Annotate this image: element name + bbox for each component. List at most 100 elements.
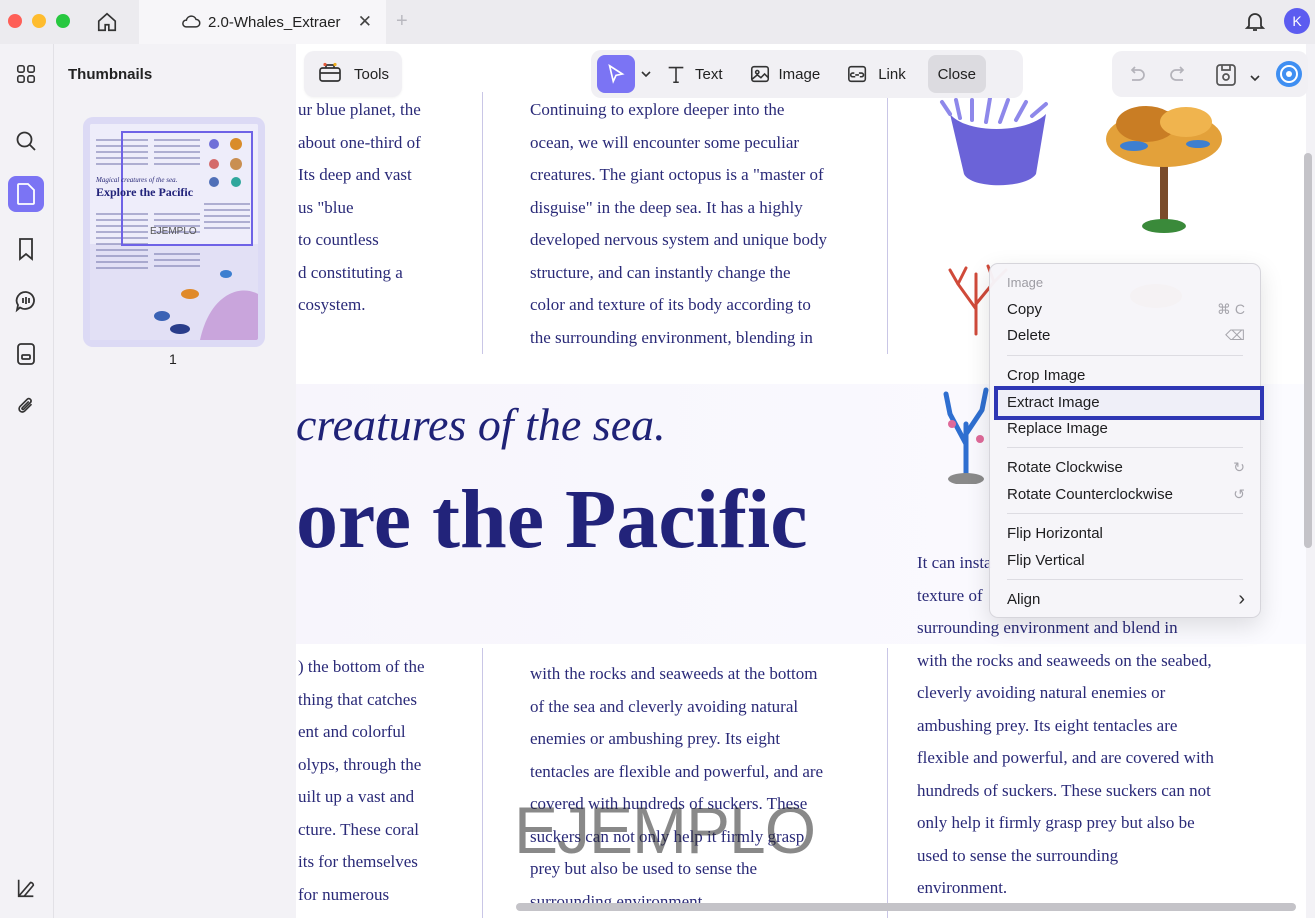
text-line: only help it firmly grasp prey but also …: [917, 813, 1195, 832]
column-divider: [482, 92, 483, 354]
thumbnails-panel: Thumbnails Magical creatures of the sea.…: [55, 44, 295, 918]
chevron-down-icon[interactable]: [1250, 69, 1260, 87]
search-icon[interactable]: [11, 126, 41, 156]
text-line: us "blue: [298, 197, 354, 217]
text-line: used to sense the surrounding: [917, 845, 1119, 865]
column-divider: [482, 648, 483, 918]
menu-item-label: Extract Image: [1007, 393, 1100, 411]
home-icon[interactable]: [94, 9, 120, 35]
image-context-menu: Image Copy ⌘ C Delete ⌫ Crop Image Extra…: [989, 263, 1264, 618]
minimize-window-button[interactable]: [32, 14, 46, 28]
page-number: 1: [169, 351, 177, 367]
undo-icon[interactable]: [1124, 62, 1148, 91]
menu-item-copy[interactable]: Copy ⌘ C: [1007, 297, 1245, 321]
document-tab[interactable]: 2.0-Whales_Extraer ✕: [139, 0, 386, 44]
menu-header: Image: [1007, 270, 1245, 294]
page-icon[interactable]: [8, 176, 44, 212]
menu-item-rotate-clockwise[interactable]: Rotate Clockwise ↻: [1007, 455, 1245, 479]
thumbnail-watermark: EJEMPLO: [150, 226, 197, 237]
link-tool-label: Link: [878, 65, 906, 83]
shortcut-label: ⌘ C: [1217, 300, 1245, 317]
menu-item-rotate-counterclockwise[interactable]: Rotate Counterclockwise ↺: [1007, 482, 1245, 506]
text-line: hundreds of suckers. These suckers can n…: [917, 780, 1211, 800]
comment-icon[interactable]: [11, 286, 41, 316]
menu-item-delete[interactable]: Delete ⌫: [1007, 323, 1245, 347]
cloud-icon: [181, 13, 201, 34]
tools-button[interactable]: Tools: [304, 51, 402, 97]
text-line: structure, and can instantly change the: [530, 262, 791, 282]
page-thumbnail[interactable]: Magical creatures of the sea. Explore th…: [83, 117, 265, 347]
ai-assistant-icon[interactable]: [1275, 60, 1303, 93]
menu-item-replace-image[interactable]: Replace Image: [1007, 416, 1245, 440]
image-tool-button[interactable]: Image: [749, 63, 820, 85]
left-rail: [0, 44, 54, 918]
save-icon[interactable]: [1214, 62, 1238, 93]
text-line: flexible and powerful, and are covered w…: [917, 748, 1214, 767]
column-2-top: Continuing to explore deeper into the oc…: [530, 94, 880, 354]
text-line: cture. These coral: [298, 819, 419, 839]
menu-item-label: Replace Image: [1007, 419, 1108, 437]
close-edit-button[interactable]: Close: [927, 55, 986, 93]
text-line: with the rocks and seaweeds on the seabe…: [917, 650, 1212, 670]
vertical-scrollbar[interactable]: [1304, 153, 1312, 548]
text-line: about one-third of: [298, 132, 421, 152]
text-line: uilt up a vast and: [298, 787, 415, 806]
menu-item-label: Crop Image: [1007, 366, 1086, 384]
text-line: enemies or ambushing prey. Its eight: [530, 729, 781, 748]
delete-key-icon: ⌫: [1225, 326, 1245, 343]
chevron-right-icon: ›: [1238, 587, 1245, 610]
close-window-button[interactable]: [8, 14, 22, 28]
text-icon: [668, 66, 684, 84]
toolbox-icon: [318, 61, 342, 88]
attachment-icon[interactable]: [11, 391, 41, 421]
new-tab-icon[interactable]: +: [396, 10, 408, 33]
text-line: d constituting a: [298, 262, 403, 282]
menu-item-label: Delete: [1007, 326, 1051, 344]
thumbnails-grid-icon[interactable]: [11, 59, 41, 89]
redo-icon[interactable]: [1167, 62, 1191, 91]
text-line: environment.: [917, 878, 1008, 897]
column-divider: [887, 648, 888, 918]
text-line: color and texture of its body according …: [530, 295, 811, 314]
layout-toggle-icon[interactable]: [11, 873, 41, 903]
text-line: cleverly avoiding natural enemies or: [917, 683, 1166, 702]
text-line: thing that catches: [298, 689, 417, 709]
avatar[interactable]: K: [1284, 8, 1310, 34]
text-line: creatures. The giant octopus is a "maste…: [530, 165, 824, 184]
form-icon[interactable]: [11, 339, 41, 369]
menu-item-flip-horizontal[interactable]: Flip Horizontal: [1007, 521, 1245, 545]
image-icon: [750, 65, 769, 83]
thumbnails-title: Thumbnails: [68, 66, 153, 83]
menu-item-align[interactable]: Align ›: [1007, 587, 1245, 611]
chevron-down-icon[interactable]: [641, 65, 651, 83]
text-line: ur blue planet, the: [298, 100, 421, 119]
horizontal-scrollbar[interactable]: [516, 903, 1296, 911]
menu-item-flip-vertical[interactable]: Flip Vertical: [1007, 548, 1245, 572]
page-headline: ore the Pacific: [296, 473, 808, 566]
select-tool-button[interactable]: [597, 55, 635, 93]
link-icon: [848, 65, 867, 83]
tab-close-icon[interactable]: ✕: [358, 12, 372, 32]
text-line: to countless: [298, 230, 379, 249]
bell-icon[interactable]: [1243, 9, 1267, 38]
menu-item-extract-image[interactable]: Extract Image: [1007, 390, 1245, 414]
text-line: for numerous: [298, 884, 390, 904]
column-divider: [887, 92, 888, 354]
menu-separator: [1007, 355, 1243, 356]
bookmark-icon[interactable]: [11, 234, 41, 264]
orange-coral-image: [1106, 106, 1222, 233]
title-bar: 2.0-Whales_Extraer ✕ + K: [0, 0, 1315, 44]
link-tool-button[interactable]: Link: [846, 63, 906, 85]
menu-item-label: Rotate Clockwise: [1007, 458, 1123, 476]
text-tool-button[interactable]: Text: [665, 63, 723, 85]
column-1-top: ur blue planet, the about one-third of I…: [298, 94, 478, 322]
text-tool-label: Text: [695, 65, 723, 83]
page-subtitle: creatures of the sea.: [296, 399, 666, 450]
text-line: of the sea and cleverly avoiding natural: [530, 696, 799, 716]
tab-title: 2.0-Whales_Extraer: [208, 13, 341, 31]
thumbnail-preview: Magical creatures of the sea. Explore th…: [90, 124, 258, 340]
zoom-window-button[interactable]: [56, 14, 70, 28]
menu-separator: [1007, 579, 1243, 580]
text-line: cosystem.: [298, 295, 366, 314]
menu-item-crop-image[interactable]: Crop Image: [1007, 363, 1245, 387]
